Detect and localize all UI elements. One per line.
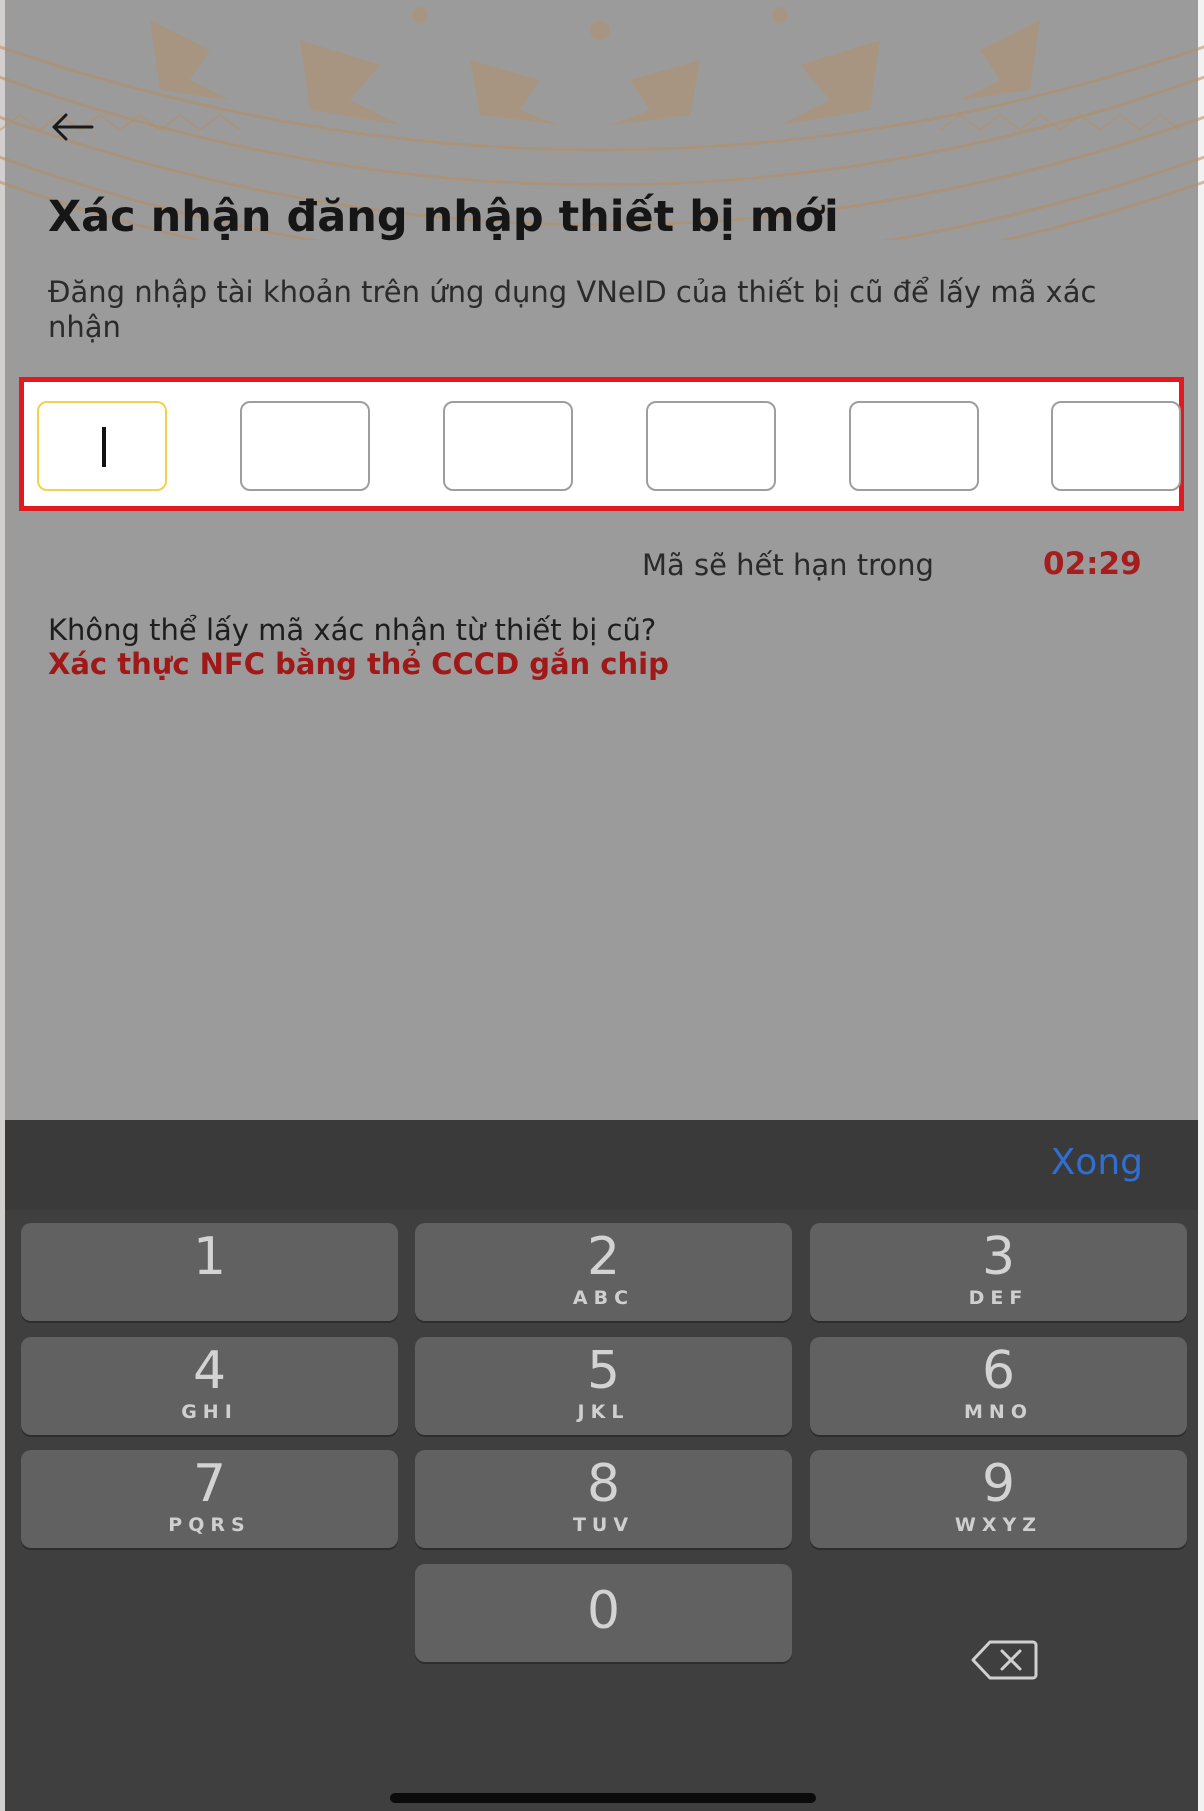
key-2[interactable]: 2 ABC [415,1223,792,1321]
backspace-icon [971,1640,1038,1680]
done-button[interactable]: Xong [1051,1142,1143,1183]
otp-digit-1[interactable] [37,401,167,491]
arrow-left-icon [52,113,94,141]
key-4-digit: 4 [192,1341,227,1401]
key-6-letters: MNO [964,1401,1033,1423]
keyboard-toolbar: Xong [5,1120,1198,1210]
key-0-digit: 0 [586,1581,621,1641]
key-7-digit: 7 [192,1454,227,1514]
key-6[interactable]: 6 MNO [810,1337,1187,1435]
key-3-letters: DEF [968,1287,1029,1309]
expiry-countdown: 02:29 [1043,546,1142,582]
key-5-digit: 5 [586,1341,621,1401]
help-question: Không thể lấy mã xác nhận từ thiết bị cũ… [48,613,657,647]
key-7[interactable]: 7 PQRS [21,1450,398,1548]
key-8-digit: 8 [586,1454,621,1514]
page-subtitle: Đăng nhập tài khoản trên ứng dụng VNeID … [48,275,1097,344]
otp-digit-2[interactable] [240,401,370,491]
key-7-letters: PQRS [168,1514,251,1536]
back-button[interactable] [50,112,110,164]
otp-digit-3[interactable] [443,401,573,491]
otp-digit-4[interactable] [646,401,776,491]
key-5[interactable]: 5 JKL [415,1337,792,1435]
key-9-letters: WXYZ [954,1514,1043,1536]
otp-digit-6[interactable] [1051,401,1181,491]
otp-digit-5[interactable] [849,401,979,491]
key-8[interactable]: 8 TUV [415,1450,792,1548]
key-0[interactable]: 0 [415,1564,792,1662]
delete-key[interactable] [810,1608,1187,1706]
key-2-digit: 2 [586,1227,621,1287]
key-8-letters: TUV [572,1514,635,1536]
numeric-keyboard: Xong 1 2 ABC 3 DEF 4 GHI 5 JKL 6 MNO 7 P… [5,1120,1198,1811]
nfc-verify-link[interactable]: Xác thực NFC bằng thẻ CCCD gắn chip [48,647,669,681]
key-4-letters: GHI [181,1401,238,1423]
otp-input-group [19,377,1184,511]
key-9-digit: 9 [981,1454,1016,1514]
expiry-label: Mã sẽ hết hạn trong [642,548,934,582]
right-edge [1198,0,1204,1811]
key-1-digit: 1 [192,1227,227,1287]
key-3[interactable]: 3 DEF [810,1223,1187,1321]
key-3-digit: 3 [981,1227,1016,1287]
key-9[interactable]: 9 WXYZ [810,1450,1187,1548]
home-indicator [390,1793,816,1803]
key-4[interactable]: 4 GHI [21,1337,398,1435]
text-cursor [102,427,106,467]
screen: Xác nhận đăng nhập thiết bị mới Đăng nhậ… [0,0,1204,1811]
key-5-letters: JKL [577,1401,630,1423]
key-1[interactable]: 1 [21,1223,398,1321]
page-title: Xác nhận đăng nhập thiết bị mới [48,192,839,242]
key-6-digit: 6 [981,1341,1016,1401]
key-2-letters: ABC [572,1287,635,1309]
